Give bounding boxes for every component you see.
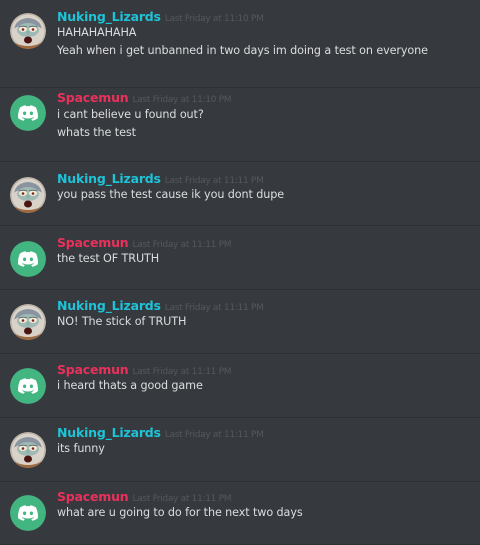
message-header: Spacemun Last Friday at 11:11 PM — [57, 232, 232, 251]
message-header: Spacemun Last Friday at 11:11 PM — [57, 359, 232, 378]
message-header: Nuking_Lizards Last Friday at 11:11 PM — [57, 422, 264, 441]
message-timestamp: Last Friday at 11:11 PM — [164, 176, 264, 186]
message-text: you pass the test cause ik you dont dupe — [57, 188, 285, 201]
message-text: its funny — [57, 442, 105, 455]
username-nuking-lizards[interactable]: Nuking_Lizards — [57, 298, 161, 313]
message-group: Nuking_Lizards Last Friday at 11:11 PM you… — [0, 162, 480, 226]
message-text: whats the test — [57, 126, 136, 139]
message-text: Yeah when i get unbanned in two days im … — [57, 44, 428, 57]
username-spacemun[interactable]: Spacemun — [57, 362, 129, 377]
message-group: Spacemun Last Friday at 11:10 PM i cant be… — [0, 88, 480, 162]
username-spacemun[interactable]: Spacemun — [57, 235, 129, 250]
message-timestamp: Last Friday at 11:10 PM — [132, 95, 232, 105]
discord-logo-avatar[interactable] — [10, 495, 46, 531]
squidward-avatar[interactable] — [10, 177, 46, 213]
message-text: what are u going to do for the next two … — [57, 506, 303, 519]
message-group: Spacemun Last Friday at 11:11 PM what are … — [0, 482, 480, 545]
username-nuking-lizards[interactable]: Nuking_Lizards — [57, 9, 161, 24]
message-header: Nuking_Lizards Last Friday at 11:11 PM — [57, 168, 264, 187]
username-nuking-lizards[interactable]: Nuking_Lizards — [57, 171, 161, 186]
message-text: the test OF TRUTH — [57, 252, 160, 265]
message-header: Spacemun Last Friday at 11:11 PM — [57, 486, 232, 505]
message-text: i cant believe u found out? — [57, 108, 204, 121]
message-timestamp: Last Friday at 11:11 PM — [164, 303, 264, 313]
username-spacemun[interactable]: Spacemun — [57, 489, 129, 504]
discord-logo-avatar[interactable] — [10, 95, 46, 131]
squidward-avatar[interactable] — [10, 304, 46, 340]
username-spacemun[interactable]: Spacemun — [57, 90, 129, 105]
message-timestamp: Last Friday at 11:11 PM — [132, 494, 232, 504]
message-group: Nuking_Lizards Last Friday at 11:11 PM NO!… — [0, 290, 480, 354]
message-text: NO! The stick of TRUTH — [57, 315, 187, 328]
squidward-avatar[interactable] — [10, 432, 46, 468]
message-header: Spacemun Last Friday at 11:10 PM — [57, 87, 232, 106]
message-group: Spacemun Last Friday at 11:11 PM the test … — [0, 226, 480, 290]
message-group: Nuking_Lizards Last Friday at 11:11 PM its… — [0, 418, 480, 482]
message-text: i heard thats a good game — [57, 379, 203, 392]
discord-logo-avatar[interactable] — [10, 241, 46, 277]
message-group: Nuking_Lizards Last Friday at 11:10 PM HAH… — [0, 0, 480, 88]
message-header: Nuking_Lizards Last Friday at 11:10 PM — [57, 6, 264, 25]
message-timestamp: Last Friday at 11:11 PM — [132, 367, 232, 377]
chat-messages: Nuking_Lizards Last Friday at 11:10 PM HAH… — [0, 0, 480, 545]
message-header: Nuking_Lizards Last Friday at 11:11 PM — [57, 295, 264, 314]
message-timestamp: Last Friday at 11:11 PM — [164, 430, 264, 440]
message-text: HAHAHAHAHA — [57, 26, 137, 39]
squidward-avatar[interactable] — [10, 13, 46, 49]
username-nuking-lizards[interactable]: Nuking_Lizards — [57, 425, 161, 440]
discord-logo-avatar[interactable] — [10, 368, 46, 404]
message-group: Spacemun Last Friday at 11:11 PM i heard t… — [0, 354, 480, 418]
message-timestamp: Last Friday at 11:10 PM — [164, 14, 264, 24]
message-timestamp: Last Friday at 11:11 PM — [132, 240, 232, 250]
